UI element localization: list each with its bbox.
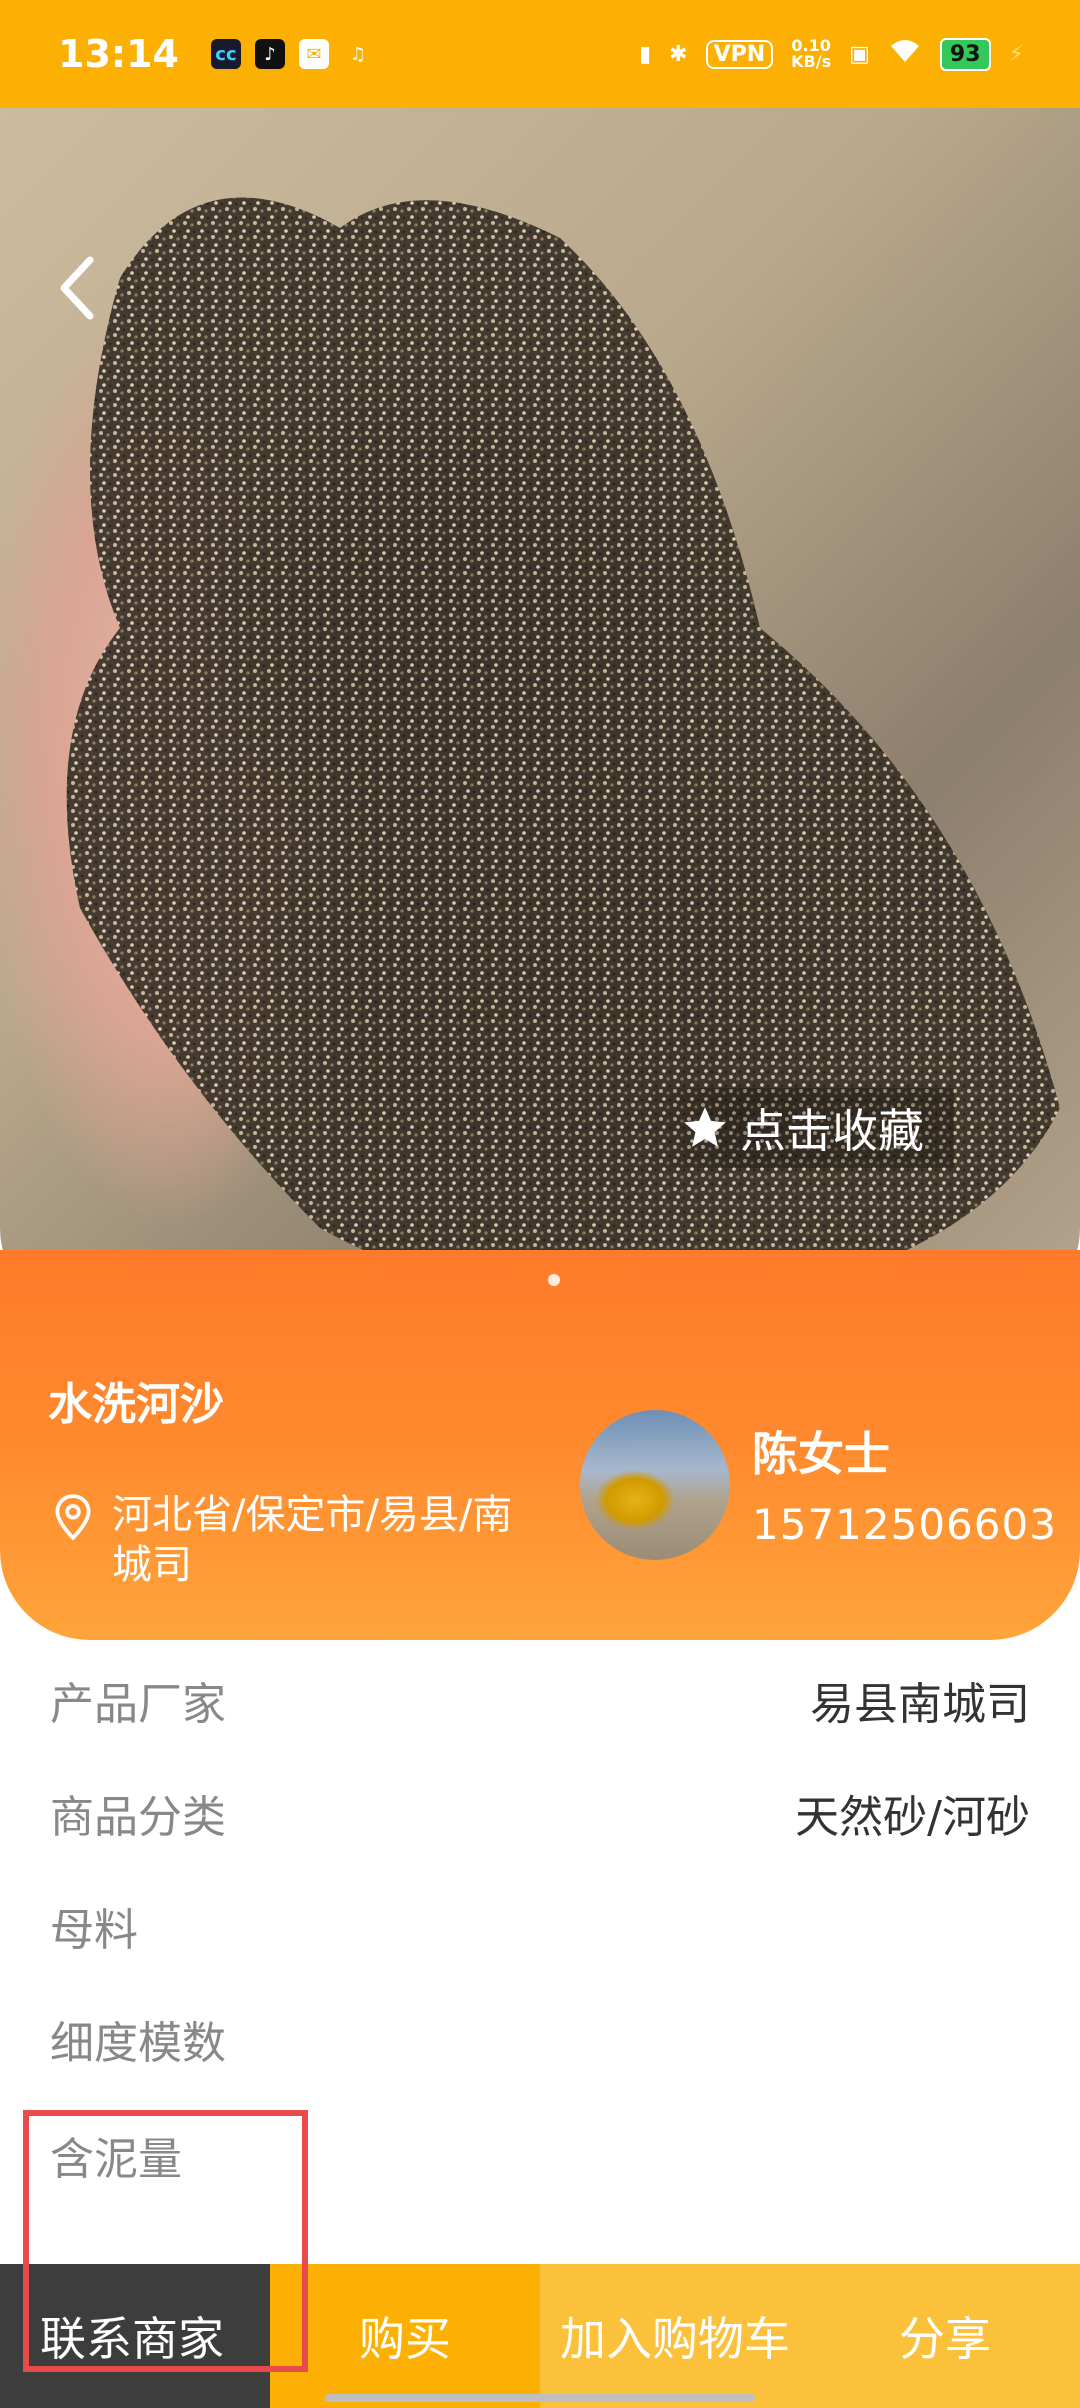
favorite-button[interactable]: 点击收藏 bbox=[640, 1088, 954, 1168]
seller-avatar[interactable] bbox=[580, 1410, 730, 1560]
attr-row-manufacturer: 产品厂家 易县南城司 bbox=[0, 1660, 1080, 1740]
mail-icon: ✉ bbox=[298, 39, 329, 69]
product-title: 水洗河沙 bbox=[48, 1379, 224, 1430]
status-right: ▮ ✱ VPN 0.10 KB/s ▣ 93 ⚡ bbox=[639, 37, 1024, 71]
sim-icon: ▣ bbox=[849, 41, 870, 67]
back-button[interactable] bbox=[52, 253, 100, 323]
product-info: 水洗河沙 河北省/保定市/易县/南城司 陈女士 15712506603 bbox=[0, 1318, 1080, 1640]
carousel-indicator bbox=[548, 1274, 560, 1286]
attr-value: 易县南城司 bbox=[810, 1679, 1030, 1730]
app-cc-icon: cc bbox=[210, 39, 241, 69]
status-left: 13:14 cc ♪ ✉ ♫ bbox=[58, 32, 373, 76]
data-speed: 0.10 KB/s bbox=[791, 38, 831, 70]
qq-icon: ♫ bbox=[349, 43, 367, 65]
attr-row-parent-material: 母料 bbox=[0, 1886, 1080, 1966]
product-image[interactable]: 点击收藏 bbox=[0, 108, 1080, 1318]
attr-label: 产品厂家 bbox=[50, 1679, 226, 1730]
seller-phone[interactable]: 15712506603 bbox=[752, 1500, 1057, 1549]
battery-icon: 93 bbox=[939, 37, 991, 71]
status-time: 13:14 bbox=[58, 32, 179, 76]
vibrate-icon: ▮ bbox=[639, 41, 652, 67]
product-location: 河北省/保定市/易县/南城司 bbox=[48, 1490, 548, 1590]
attr-row-fineness-modulus: 细度模数 bbox=[0, 1999, 1080, 2079]
tiktok-icon: ♪ bbox=[254, 39, 285, 69]
attr-value: 天然砂/河砂 bbox=[795, 1792, 1030, 1843]
bluetooth-icon: ✱ bbox=[669, 41, 688, 67]
speed-unit: KB/s bbox=[791, 52, 832, 71]
vpn-badge: VPN bbox=[705, 39, 774, 69]
buy-button[interactable]: 购买 bbox=[270, 2264, 540, 2408]
attr-label: 细度模数 bbox=[50, 2018, 226, 2069]
favorite-label: 点击收藏 bbox=[740, 1104, 924, 1158]
seller-name: 陈女士 bbox=[752, 1427, 890, 1481]
home-indicator[interactable] bbox=[325, 2394, 755, 2402]
location-pin-icon bbox=[55, 1494, 91, 1541]
attr-label: 商品分类 bbox=[50, 1792, 226, 1843]
chevron-left-icon bbox=[60, 256, 94, 320]
star-icon bbox=[684, 1107, 726, 1147]
add-to-cart-button[interactable]: 加入购物车 bbox=[540, 2264, 810, 2408]
attr-label: 母料 bbox=[50, 1905, 138, 1956]
status-bar: 13:14 cc ♪ ✉ ♫ ▮ ✱ VPN 0.10 KB/s ▣ 93 ⚡ bbox=[0, 0, 1080, 108]
wifi-icon bbox=[888, 38, 922, 70]
attr-row-category: 商品分类 天然砂/河砂 bbox=[0, 1773, 1080, 1853]
location-text: 河北省/保定市/易县/南城司 bbox=[112, 1492, 513, 1588]
highlight-box bbox=[23, 2110, 308, 2372]
share-button[interactable]: 分享 bbox=[810, 2264, 1080, 2408]
charging-icon: ⚡ bbox=[1008, 41, 1024, 67]
